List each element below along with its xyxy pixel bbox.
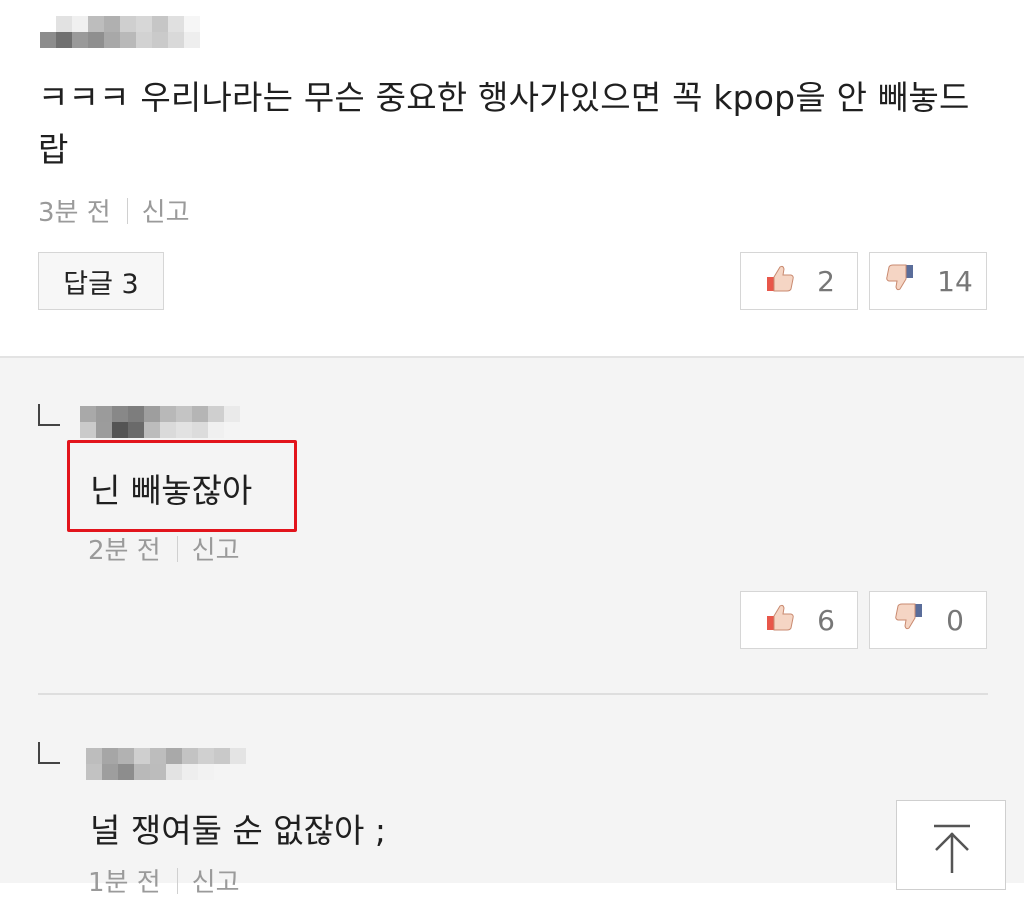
reply-author-blurred bbox=[86, 748, 246, 780]
thumbs-up-icon bbox=[763, 261, 797, 302]
reply-time: 2분 전 bbox=[88, 536, 161, 566]
report-link[interactable]: 신고 bbox=[192, 536, 240, 566]
arrow-up-icon bbox=[930, 823, 974, 877]
reply-indicator-icon bbox=[38, 404, 60, 426]
reply-time: 1분 전 bbox=[88, 868, 161, 898]
reply-count-button[interactable]: 답글 3 bbox=[38, 252, 164, 310]
thumbs-down-icon bbox=[883, 261, 917, 302]
like-button[interactable]: 2 bbox=[740, 252, 858, 310]
thumbs-down-icon bbox=[892, 600, 926, 641]
like-button[interactable]: 6 bbox=[740, 591, 858, 649]
reply-divider bbox=[38, 693, 988, 695]
reply-indicator-icon bbox=[38, 742, 60, 764]
comment-author-blurred bbox=[40, 16, 200, 48]
highlight-box bbox=[67, 440, 297, 532]
reply-text: 널 쟁여둘 순 없잖아 ; bbox=[90, 811, 386, 850]
dislike-button[interactable]: 14 bbox=[869, 252, 987, 310]
comment-meta: 3분 전 신고 bbox=[38, 192, 190, 229]
report-link[interactable]: 신고 bbox=[142, 198, 190, 228]
dislike-button[interactable]: 0 bbox=[869, 591, 987, 649]
meta-divider bbox=[176, 868, 178, 894]
dislike-count: 0 bbox=[946, 603, 964, 637]
reply-meta: 2분 전 신고 bbox=[88, 530, 240, 567]
meta-divider bbox=[176, 536, 178, 562]
comment-text: ㅋㅋㅋ 우리나라는 무슨 중요한 행사가있으면 꼭 kpop을 안 빼놓드랍 bbox=[38, 78, 970, 169]
scroll-top-button[interactable] bbox=[896, 800, 1006, 890]
dislike-count: 14 bbox=[937, 264, 973, 298]
comment-time: 3분 전 bbox=[38, 198, 111, 228]
like-count: 6 bbox=[817, 603, 835, 637]
report-link[interactable]: 신고 bbox=[192, 868, 240, 898]
reply-author-blurred bbox=[80, 406, 240, 438]
meta-divider bbox=[126, 198, 128, 224]
reply-count-label: 답글 3 bbox=[63, 268, 139, 300]
thumbs-up-icon bbox=[763, 600, 797, 641]
like-count: 2 bbox=[817, 264, 835, 298]
